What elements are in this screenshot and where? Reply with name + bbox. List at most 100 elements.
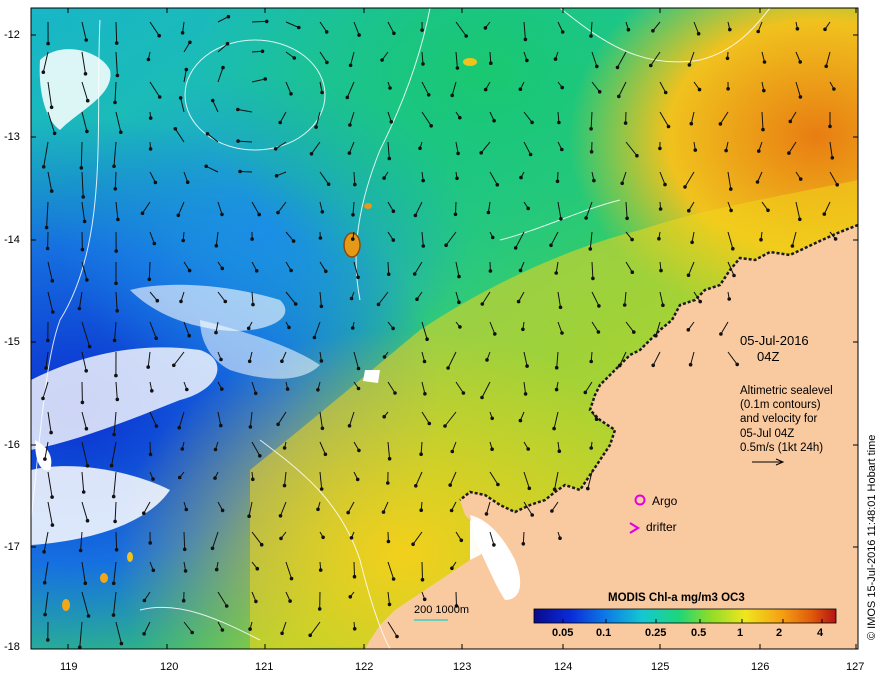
velocity-arrow-head (589, 359, 593, 364)
velocity-arrow-head (316, 388, 320, 392)
velocity-arrow-head (41, 396, 45, 401)
velocity-arrow (148, 261, 151, 280)
colorbar-tick-label: 0.05 (552, 627, 574, 639)
velocity-arrow-head (236, 139, 240, 143)
velocity-arrow-head (479, 151, 484, 155)
velocity-arrow-head (285, 387, 290, 391)
velocity-arrow-head (184, 67, 189, 72)
velocity-arrow-head (323, 452, 328, 457)
velocity-arrow-head (142, 511, 146, 515)
velocity-arrow-head (425, 337, 429, 342)
velocity-arrow-head (386, 481, 390, 485)
time-label: 04Z (757, 349, 780, 364)
velocity-arrow-head (597, 90, 602, 94)
colorbar-tick-label: 4 (817, 627, 824, 639)
velocity-arrow (149, 441, 151, 455)
velocity-arrow-head (726, 87, 730, 91)
velocity-arrow-head (762, 60, 767, 64)
velocity-arrow (239, 171, 253, 173)
velocity-arrow-head (492, 543, 496, 547)
lon-label: 119 (60, 661, 78, 673)
velocity-arrow-head (630, 237, 634, 242)
velocity-arrow-head (412, 272, 417, 276)
velocity-arrow-head (756, 29, 760, 34)
velocity-arrow-head (347, 151, 352, 155)
velocity-arrow-head (376, 302, 381, 307)
velocity-arrow-head (414, 484, 418, 488)
velocity-arrow-head (490, 235, 495, 240)
velocity-arrow-head (346, 510, 351, 515)
velocity-arrow-head (349, 536, 354, 540)
velocity-arrow-head (119, 130, 123, 134)
velocity-arrow-head (828, 124, 832, 129)
velocity-arrow-head (687, 208, 691, 213)
velocity-arrow-head (43, 612, 47, 617)
velocity-arrow-head (157, 33, 161, 38)
velocity-arrow-head (219, 357, 223, 362)
velocity-arrow-head (214, 330, 218, 335)
velocity-arrow-head (356, 275, 360, 280)
velocity-arrow-head (42, 550, 46, 554)
velocity-arrow-head (219, 423, 223, 428)
velocity-arrow-head (183, 569, 188, 573)
velocity-arrow-head (495, 183, 500, 187)
velocity-arrow-head (112, 338, 117, 343)
velocity-arrow-head (683, 185, 687, 189)
velocity-arrow-head (273, 147, 278, 151)
velocity-arrow-head (188, 40, 192, 45)
velocity-arrow-head (549, 243, 553, 248)
velocity-arrow-head (276, 210, 280, 215)
velocity-arrow-head (423, 392, 427, 396)
velocity-arrow-head (523, 37, 528, 42)
velocity-arrow-head (260, 49, 265, 54)
velocity-arrow-head (420, 577, 425, 582)
lat-label: -13 (4, 131, 20, 143)
velocity-arrow-head (550, 509, 554, 513)
velocity-arrow-head (457, 274, 461, 279)
velocity-arrow-head (663, 90, 668, 95)
velocity-arrow-head (625, 216, 629, 221)
velocity-arrow-head (352, 627, 357, 631)
velocity-arrow-head (455, 66, 460, 70)
info-line: Altimetric sealevel (740, 385, 833, 397)
velocity-arrow-head (527, 486, 532, 491)
velocity-arrow-head (297, 25, 301, 30)
velocity-arrow-head (523, 392, 528, 396)
velocity-arrow-head (798, 95, 803, 99)
velocity-arrow-head (115, 397, 120, 402)
velocity-arrow-head (289, 268, 293, 273)
velocity-arrow-head (318, 236, 323, 240)
velocity-arrow-head (589, 127, 593, 131)
velocity-arrow-head (238, 169, 242, 174)
velocity-arrow-head (345, 95, 350, 100)
velocity-arrow-head (464, 34, 469, 38)
velocity-arrow-head (225, 41, 230, 46)
velocity-arrow-head (489, 61, 493, 65)
velocity-arrow-head (519, 175, 523, 180)
velocity-arrow-head (518, 87, 523, 91)
velocity-arrow-head (112, 432, 116, 437)
velocity-arrow-head (421, 62, 425, 66)
velocity-arrow-head (282, 446, 287, 450)
velocity-arrow-head (583, 390, 588, 395)
velocity-arrow-head (788, 119, 793, 124)
velocity-arrow-head (635, 153, 639, 158)
velocity-arrow-head (146, 365, 150, 369)
velocity-arrow-head (247, 514, 251, 518)
velocity-arrow-head (147, 277, 152, 282)
velocity-arrow-head (516, 299, 521, 304)
velocity-arrow-head (293, 302, 298, 306)
velocity-arrow-head (50, 279, 55, 283)
velocity-arrow-head (324, 269, 328, 274)
lon-label: 123 (453, 661, 472, 673)
velocity-arrow-head (142, 598, 147, 603)
velocity-arrow-head (560, 147, 564, 152)
velocity-arrow-head (41, 70, 46, 74)
velocity-arrow-head (176, 213, 181, 218)
velocity-arrow-head (391, 238, 396, 242)
velocity-arrow-head (190, 630, 194, 635)
lon-label: 125 (651, 661, 670, 673)
velocity-arrow-head (263, 77, 268, 81)
velocity-arrow-head (282, 483, 287, 488)
velocity-arrow-head (426, 93, 431, 97)
